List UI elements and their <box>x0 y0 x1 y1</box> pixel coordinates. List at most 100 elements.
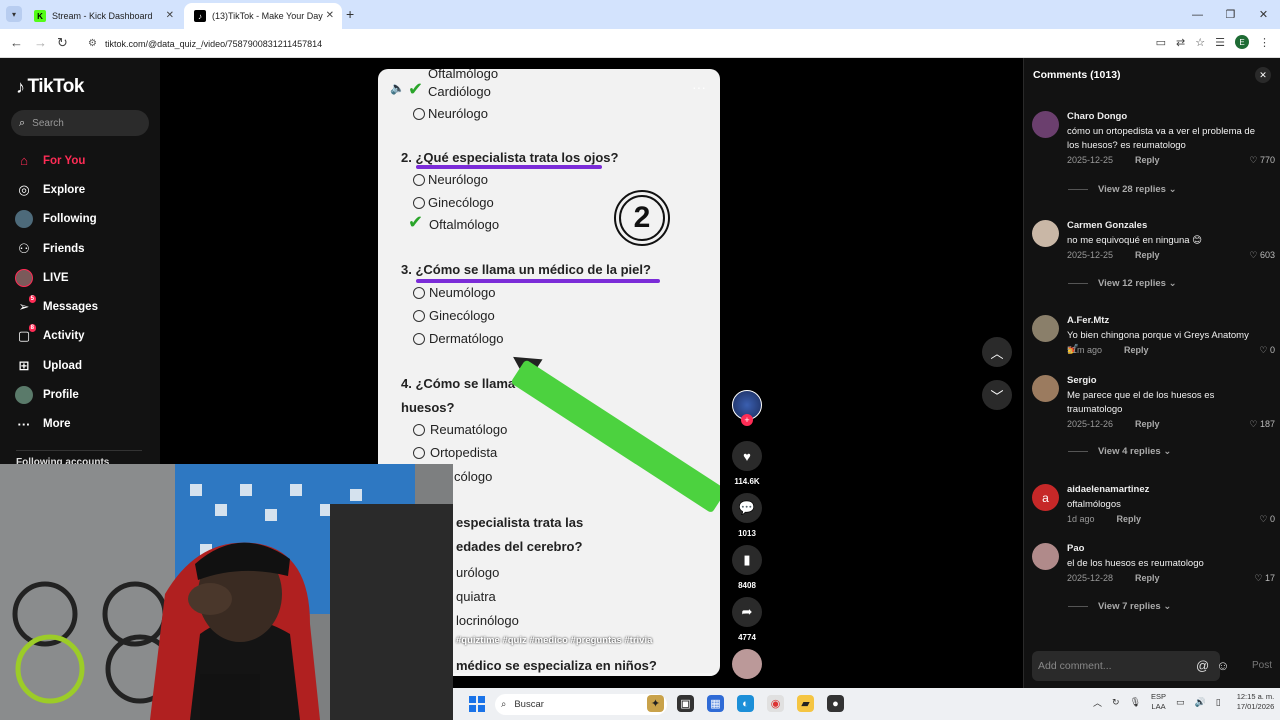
battery-icon[interactable]: ▯ <box>1216 697 1221 708</box>
minimize-icon[interactable]: — <box>1181 0 1214 29</box>
reply-button[interactable]: Reply <box>1135 573 1160 583</box>
comment-like-button[interactable]: ♡ 603 <box>1249 250 1275 261</box>
view-replies-button[interactable]: View 12 replies ⌄ <box>1068 278 1177 289</box>
sidebar-item-live[interactable]: LIVE <box>14 263 154 292</box>
commenter-name[interactable]: Carmen Gonzales <box>1067 220 1147 231</box>
checkmark-icon: ✔ <box>408 79 424 99</box>
sidebar-item-friends[interactable]: ⚇ Friends <box>14 234 154 263</box>
restore-icon[interactable]: ❐ <box>1214 0 1247 29</box>
sidebar-item-messages[interactable]: ➢ 5 Messages <box>14 292 154 321</box>
sidebar-item-for-you[interactable]: ⌂ For You <box>14 146 154 175</box>
sync-icon[interactable]: ↻ <box>1112 697 1120 708</box>
windows-start-icon[interactable] <box>469 696 485 712</box>
language-indicator[interactable]: ESP LAA <box>1151 692 1166 712</box>
reply-button[interactable]: Reply <box>1135 419 1160 429</box>
cast-icon[interactable]: ▭ <box>1156 36 1166 49</box>
close-icon[interactable]: ✕ <box>1255 67 1271 83</box>
task-view-icon[interactable]: ▣ <box>677 695 694 712</box>
site-settings-icon[interactable]: ⚙ <box>88 38 97 49</box>
clock[interactable]: 12:15 a. m. 17/01/2026 <box>1237 692 1275 712</box>
tab-kick-dashboard[interactable]: K Stream - Kick Dashboard ✕ <box>24 3 182 29</box>
sidebar-item-following[interactable]: Following <box>14 205 154 234</box>
view-replies-button[interactable]: View 4 replies ⌄ <box>1068 446 1171 457</box>
screen: ▾ K Stream - Kick Dashboard ✕ ♪ (13)TikT… <box>0 0 1280 720</box>
translate-icon[interactable]: ⇄ <box>1176 36 1185 49</box>
search-input[interactable]: ⌕ Search <box>11 110 149 136</box>
view-replies-button[interactable]: View 28 replies ⌄ <box>1068 184 1177 195</box>
volume-icon[interactable]: 🔊 <box>1195 697 1206 708</box>
reload-icon[interactable]: ↻ <box>57 35 68 51</box>
microphone-icon[interactable]: 🎙 <box>1130 697 1141 708</box>
follow-plus-icon[interactable]: + <box>741 414 753 426</box>
commenter-avatar[interactable]: a <box>1032 484 1059 511</box>
post-button[interactable]: Post <box>1252 660 1272 671</box>
file-explorer-icon[interactable]: ▰ <box>797 695 814 712</box>
obs-icon[interactable]: ● <box>827 695 844 712</box>
commenter-avatar[interactable] <box>1032 375 1059 402</box>
reply-button[interactable]: Reply <box>1135 250 1160 260</box>
music-disc-button[interactable] <box>730 649 764 679</box>
video-hashtags[interactable]: #quiztime #quiz #medico #preguntas #triv… <box>456 635 652 646</box>
reply-button[interactable]: Reply <box>1135 155 1160 165</box>
tab-search-dropdown-icon[interactable]: ▾ <box>6 6 22 22</box>
commenter-name[interactable]: Sergio <box>1067 375 1097 386</box>
upload-icon: ⊞ <box>18 357 30 373</box>
sidebar-item-profile[interactable]: Profile <box>14 380 154 409</box>
bookmark-star-icon[interactable]: ☆ <box>1195 36 1205 49</box>
sidebar-item-activity[interactable]: ▢ 8 Activity <box>14 322 154 351</box>
profile-avatar[interactable]: E <box>1235 35 1249 49</box>
sidebar-item-upload[interactable]: ⊞ Upload <box>14 351 154 380</box>
comment-button[interactable]: 💬 1013 <box>730 493 764 538</box>
monitor-icon[interactable]: ▭ <box>1176 697 1185 708</box>
commenter-name[interactable]: aidaelenamartinez <box>1067 484 1149 495</box>
like-count: 114.6K <box>734 477 760 486</box>
like-button[interactable]: ♥ 114.6K <box>730 441 764 486</box>
comment-like-button[interactable]: ♡ 0 <box>1259 345 1275 356</box>
comment-like-button[interactable]: ♡ 17 <box>1254 573 1275 584</box>
next-video-chevron-down-icon[interactable]: ﹀ <box>982 380 1012 410</box>
taskbar-search[interactable]: ⌕ Buscar <box>495 694 667 715</box>
reply-button[interactable]: Reply <box>1117 514 1142 524</box>
comment-like-button[interactable]: ♡ 187 <box>1249 419 1275 430</box>
save-count: 8408 <box>738 581 756 590</box>
video-more-icon[interactable]: ··· <box>692 79 706 95</box>
save-button[interactable]: ▮ 8408 <box>730 545 764 590</box>
commenter-name[interactable]: A.Fer.Mtz <box>1067 315 1109 326</box>
commenter-avatar[interactable] <box>1032 111 1059 138</box>
close-tab-icon[interactable]: ✕ <box>326 10 334 21</box>
widget-icon[interactable]: ✦ <box>647 695 664 712</box>
commenter-name[interactable]: Pao <box>1067 543 1084 554</box>
window-close-icon[interactable]: ✕ <box>1247 0 1280 29</box>
new-tab-plus-icon[interactable]: + <box>346 6 354 22</box>
previous-video-chevron-up-icon[interactable]: ︿ <box>982 337 1012 367</box>
close-tab-icon[interactable]: ✕ <box>166 10 174 21</box>
add-comment-input[interactable]: Add comment... <box>1032 651 1220 681</box>
mention-at-icon[interactable]: @ <box>1196 658 1209 673</box>
store-icon[interactable]: ▦ <box>707 695 724 712</box>
tab-search-icon[interactable]: ☰ <box>1215 36 1225 49</box>
edge-icon[interactable]: ◐ <box>737 695 754 712</box>
sidebar-item-more[interactable]: ··· More <box>14 410 154 439</box>
url-field[interactable]: ⚙ tiktok.com/@data_quiz_/video/758790083… <box>80 33 1140 54</box>
comment-like-button[interactable]: ♡ 770 <box>1249 155 1275 166</box>
tiktok-logo[interactable]: ♪ TikTok <box>16 76 84 98</box>
commenter-avatar[interactable] <box>1032 543 1059 570</box>
reply-button[interactable]: Reply <box>1124 345 1149 355</box>
commenter-name[interactable]: Charo Dongo <box>1067 111 1127 122</box>
share-arrow-icon: ➦ <box>732 597 762 627</box>
comment-like-button[interactable]: ♡ 0 <box>1259 514 1275 525</box>
creator-avatar-button[interactable]: + <box>730 390 764 426</box>
forward-arrow-icon[interactable]: → <box>34 35 47 50</box>
chrome-icon[interactable]: ◉ <box>767 695 784 712</box>
tab-tiktok[interactable]: ♪ (13)TikTok - Make Your Day ✕ <box>184 3 342 29</box>
share-button[interactable]: ➦ 4774 <box>730 597 764 642</box>
view-replies-button[interactable]: View 7 replies ⌄ <box>1068 601 1171 612</box>
menu-kebab-icon[interactable]: ⋮ <box>1259 36 1270 49</box>
commenter-avatar[interactable] <box>1032 220 1059 247</box>
sidebar-item-explore[interactable]: ◎ Explore <box>14 175 154 204</box>
emoji-icon[interactable]: ☺ <box>1216 658 1229 673</box>
commenter-avatar[interactable] <box>1032 315 1059 342</box>
chevron-up-icon[interactable]: ︿ <box>1093 696 1102 709</box>
volume-icon[interactable]: 🔈 <box>390 81 405 95</box>
back-arrow-icon[interactable]: ← <box>10 35 23 50</box>
